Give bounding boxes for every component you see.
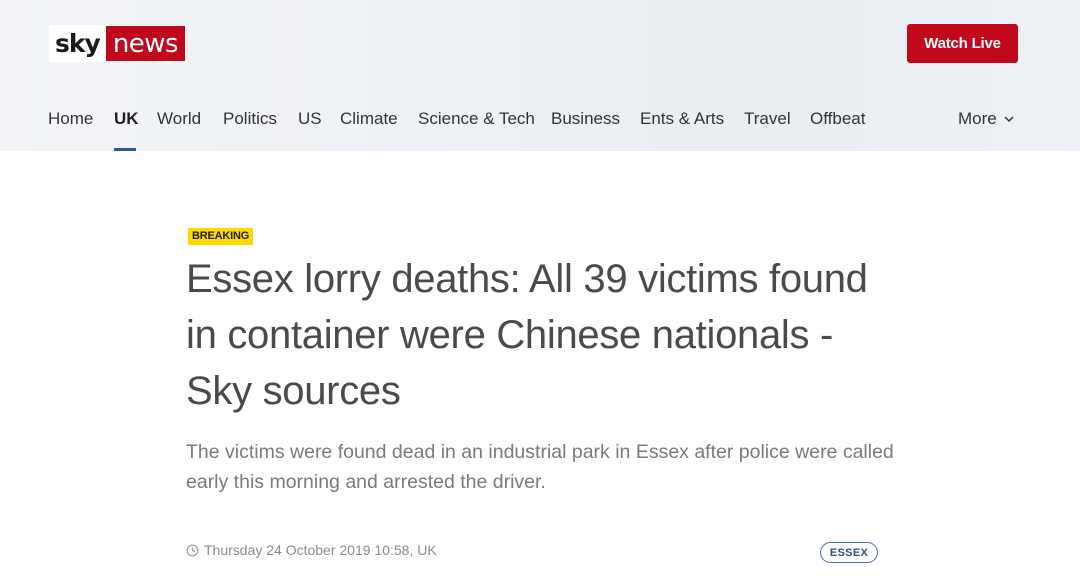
nav-active-indicator — [114, 148, 136, 151]
nav-item-uk[interactable]: UK — [114, 105, 139, 151]
article-timestamp: Thursday 24 October 2019 10:58, UK — [204, 542, 437, 558]
nav-item-travel[interactable]: Travel — [744, 105, 791, 151]
nav-item-politics[interactable]: Politics — [223, 105, 277, 151]
nav-item-climate[interactable]: Climate — [340, 105, 398, 151]
nav-item-world[interactable]: World — [157, 105, 201, 151]
article-headline: Essex lorry deaths: All 39 victims found… — [186, 257, 868, 413]
nav-item-home[interactable]: Home — [48, 105, 93, 151]
main-nav: Home UK World Politics US Climate Scienc… — [0, 105, 1080, 151]
nav-item-offbeat[interactable]: Offbeat — [810, 105, 865, 151]
nav-item-science-tech[interactable]: Science & Tech — [418, 105, 535, 151]
chevron-down-icon — [1004, 116, 1014, 123]
watch-live-button[interactable]: Watch Live — [907, 24, 1018, 63]
nav-item-business[interactable]: Business — [551, 105, 620, 151]
logo-sky-text: sky — [49, 25, 105, 62]
nav-more-button[interactable]: More — [958, 105, 1015, 133]
nav-item-ents-arts[interactable]: Ents & Arts — [640, 105, 724, 151]
nav-item-us[interactable]: US — [298, 105, 322, 151]
article-standfirst: The victims were found dead in an indust… — [186, 441, 894, 493]
article-meta: Thursday 24 October 2019 10:58, UK — [186, 542, 437, 558]
clock-icon — [186, 544, 199, 556]
breaking-badge: BREAKING — [188, 228, 254, 245]
nav-more-label: More — [958, 109, 997, 128]
logo-news-text: news — [104, 25, 187, 62]
topic-tag-essex[interactable]: ESSEX — [820, 542, 878, 563]
sky-news-logo[interactable]: sky news — [49, 25, 187, 62]
